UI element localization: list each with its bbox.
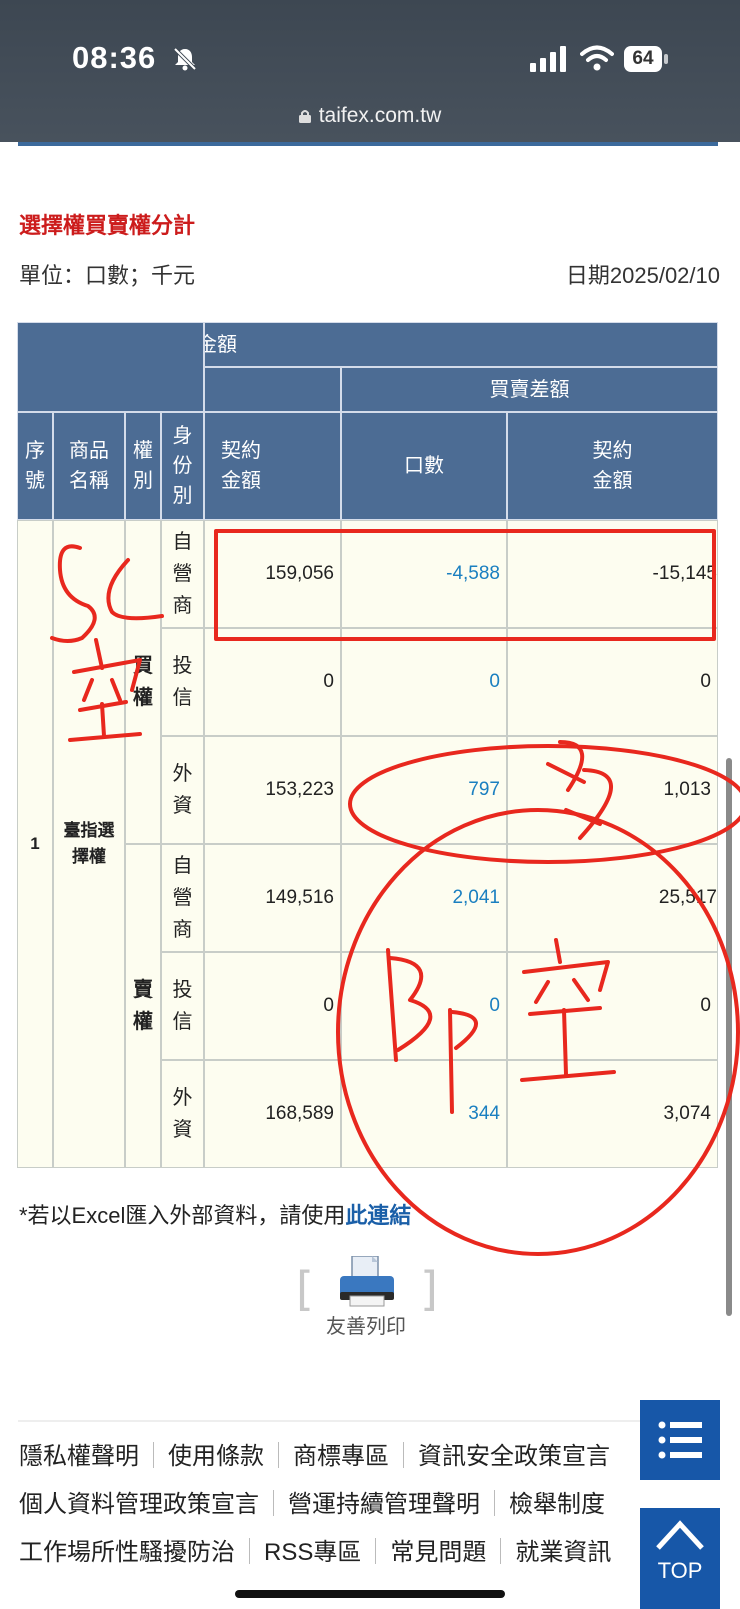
right-put: 賣 權 — [125, 844, 161, 1168]
row-net-amount: 0 — [507, 628, 718, 736]
col-net-amount: 契約 金額 — [507, 412, 718, 520]
row-contract-amount: 159,056 — [204, 520, 341, 628]
menu-button[interactable] — [640, 1400, 720, 1480]
col-contract-amount: 契約 金額 — [204, 412, 341, 520]
footer-separator — [249, 1538, 250, 1564]
excel-note-text: *若以Excel匯入外部資料，請使用 — [19, 1203, 346, 1228]
footer-link[interactable]: 商標專區 — [293, 1436, 389, 1471]
col-identity: 身 份 別 — [161, 412, 204, 520]
row-contract-amount: 0 — [204, 952, 341, 1060]
footer-link[interactable]: RSS專區 — [264, 1532, 361, 1567]
footer-separator — [403, 1442, 404, 1468]
row-contract-amount: 153,223 — [204, 736, 341, 844]
row-identity: 投 信 — [161, 628, 204, 736]
footer-link[interactable]: 檢舉制度 — [509, 1484, 605, 1519]
footer-link[interactable]: 個人資料管理政策宣言 — [19, 1484, 259, 1519]
row-identity: 投 信 — [161, 952, 204, 1060]
footer-link[interactable]: 資訊安全政策宣言 — [418, 1436, 610, 1471]
header-amount-text: 金額 — [205, 333, 237, 356]
header-net: 買賣差額 — [341, 367, 718, 412]
bell-muted-icon — [173, 47, 197, 71]
row-seq: 1 — [17, 520, 53, 1168]
unit-label: 單位：口數；千元 — [19, 263, 196, 288]
row-lots-link[interactable]: 344 — [341, 1060, 507, 1168]
list-menu-icon — [658, 1421, 702, 1459]
chevron-up-icon — [656, 1520, 704, 1550]
date-label: 日期2025/02/10 — [565, 263, 720, 288]
row-contract-amount: 0 — [204, 628, 341, 736]
header-amount: 金額 — [204, 322, 718, 367]
row-net-amount: 1,013 — [507, 736, 718, 844]
excel-link[interactable]: 此連結 — [345, 1203, 411, 1228]
col-seq: 序 號 — [17, 412, 53, 520]
footer-row-1: 隱私權聲明 使用條款 商標專區 資訊安全政策宣言 — [19, 1436, 610, 1471]
row-contract-amount: 149,516 — [204, 844, 341, 952]
row-net-amount: 0 — [507, 952, 718, 1060]
cellular-signal-icon — [530, 46, 566, 72]
print-button[interactable]: [ ] 友善列印 — [296, 1256, 438, 1338]
row-lots-link[interactable]: 797 — [341, 736, 507, 844]
row-net-amount: -15,145 — [507, 520, 718, 628]
row-lots-link[interactable]: 0 — [341, 628, 507, 736]
bracket-left-icon: [ — [296, 1262, 314, 1316]
footer-separator — [278, 1442, 279, 1468]
row-identity: 外 資 — [161, 1060, 204, 1168]
col-right: 權 別 — [125, 412, 161, 520]
row-identity: 外 資 — [161, 736, 204, 844]
footer-link[interactable]: 使用條款 — [168, 1436, 264, 1471]
row-product: 臺指選 擇權 — [53, 520, 125, 1168]
lock-icon — [298, 110, 311, 123]
status-time: 08:36 — [72, 40, 157, 75]
footer-separator — [500, 1538, 502, 1564]
footer-separator — [494, 1490, 495, 1516]
printer-icon — [340, 1256, 394, 1307]
header-divider — [18, 142, 718, 146]
top-label: TOP — [657, 1558, 703, 1583]
print-label: 友善列印 — [326, 1316, 406, 1338]
row-contract-amount: 168,589 — [204, 1060, 341, 1168]
footer-row-3: 工作場所性騷擾防治 RSS專區 常見問題 就業資訊 — [19, 1532, 611, 1567]
row-lots-link[interactable]: -4,588 — [341, 520, 507, 628]
footer-link[interactable]: 隱私權聲明 — [19, 1436, 139, 1471]
url-text: taifex.com.tw — [318, 104, 442, 127]
battery-icon — [664, 54, 668, 64]
col-product: 商品 名稱 — [53, 412, 125, 520]
footer-row-2: 個人資料管理政策宣言 營運持續管理聲明 檢舉制度 — [19, 1484, 605, 1519]
page-title: 選擇權買賣權分計 — [19, 213, 196, 238]
row-lots-link[interactable]: 0 — [341, 952, 507, 1060]
address-bar[interactable]: taifex.com.tw — [0, 104, 740, 128]
right-call: 買 權 — [125, 520, 161, 844]
bracket-right-icon: ] — [420, 1262, 438, 1316]
scrollbar[interactable] — [726, 758, 732, 1316]
battery-level: 64 — [624, 46, 662, 72]
footer-separator — [375, 1538, 377, 1564]
row-net-amount: 3,074 — [507, 1060, 718, 1168]
wifi-icon — [580, 45, 614, 71]
row-lots-link[interactable]: 2,041 — [341, 844, 507, 952]
row-identity: 自 營 商 — [161, 520, 204, 628]
header-sub-blank — [204, 367, 341, 412]
footer-link[interactable]: 就業資訊 — [515, 1532, 611, 1567]
footer-separator — [273, 1490, 274, 1516]
footer-link[interactable]: 營運持續管理聲明 — [288, 1484, 480, 1519]
battery-indicator: 64 — [624, 46, 668, 72]
header-blank — [17, 322, 204, 412]
footer-link[interactable]: 常見問題 — [390, 1532, 486, 1567]
row-identity: 自 營 商 — [161, 844, 204, 952]
back-to-top-button[interactable]: TOP — [640, 1508, 720, 1609]
browser-top-bar: 08:36 64 taifex.com.tw — [0, 0, 740, 142]
home-indicator — [235, 1590, 505, 1598]
row-net-amount: 25,517 — [507, 844, 718, 952]
excel-note: *若以Excel匯入外部資料，請使用此連結 — [19, 1198, 411, 1230]
options-table: 金額 買賣差額 序 號 商品 名稱 權 別 身 份 別 契約 金額 口數 契約 … — [17, 322, 718, 1194]
footer-link[interactable]: 工作場所性騷擾防治 — [19, 1532, 235, 1567]
footer-divider — [18, 1420, 718, 1422]
col-lots: 口數 — [341, 412, 507, 520]
footer-separator — [153, 1442, 154, 1468]
